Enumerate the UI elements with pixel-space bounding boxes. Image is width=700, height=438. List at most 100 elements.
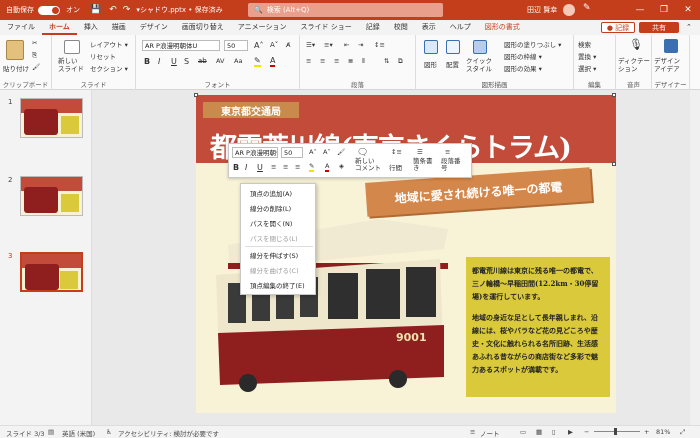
menu-item-exit-edit-points[interactable]: 頂点編集の終了(E) <box>250 280 305 290</box>
mini-font-color-icon[interactable]: A <box>325 162 330 172</box>
shape-fill-button[interactable]: 図形の塗りつぶし ▾ <box>504 39 561 49</box>
shape-outline-button[interactable]: 図形の枠線 ▾ <box>504 51 542 61</box>
layout-button[interactable]: レイアウト ▾ <box>90 39 128 49</box>
minimize-button[interactable]: — <box>628 0 652 20</box>
paste-label[interactable]: 貼り付け <box>3 63 29 73</box>
quick-styles-icon[interactable] <box>473 40 487 54</box>
columns-icon[interactable]: ⫴ <box>362 57 365 66</box>
avatar[interactable] <box>563 4 575 16</box>
record-button[interactable]: ● 記録 <box>601 22 635 33</box>
mini-font-name-select[interactable]: AR P浪漫明朝体 <box>232 147 278 158</box>
section-button[interactable]: セクション ▾ <box>90 63 128 73</box>
menu-item-open-path[interactable]: パスを開く(N) <box>250 218 292 228</box>
pen-icon[interactable]: ✎ <box>583 3 591 13</box>
save-icon[interactable]: 💾 <box>90 5 101 15</box>
design-ideas-label[interactable]: デザイン アイデア <box>654 57 680 73</box>
font-color-icon[interactable]: A <box>270 56 276 67</box>
line-spacing-icon[interactable]: ↕≡ <box>374 41 385 49</box>
shapes-label[interactable]: 図形 <box>424 59 437 69</box>
tab-view[interactable]: 表示 <box>415 20 443 35</box>
slide-thumbnail-selected[interactable] <box>20 252 83 292</box>
slideshow-icon[interactable]: ▶ <box>568 428 573 436</box>
grow-font-icon[interactable]: A˄ <box>254 41 263 50</box>
arrange-icon[interactable] <box>446 40 460 54</box>
spellcheck-icon[interactable]: ▤ <box>48 428 54 436</box>
resize-handle[interactable] <box>612 93 616 97</box>
quick-styles-label[interactable]: クイック スタイル <box>466 57 492 73</box>
zoom-slider-thumb[interactable] <box>614 428 617 435</box>
menu-item-straight-segment[interactable]: 線分を伸ばす(S) <box>250 250 298 260</box>
tab-draw[interactable]: 描画 <box>105 20 133 35</box>
fit-to-window-icon[interactable]: ⤢ <box>680 428 685 437</box>
search-box[interactable]: 🔍 検索 (Alt+Q) <box>248 3 443 17</box>
reading-view-icon[interactable]: ▯ <box>552 428 556 436</box>
clear-format-icon[interactable]: A̸ <box>286 41 290 49</box>
description-box[interactable]: 都電荒川線は東京に残る唯一の都電で、三ノ輪橋〜早稲田間(12.2km・30停留場… <box>466 257 610 397</box>
tab-file[interactable]: ファイル <box>0 20 42 35</box>
shrink-font-icon[interactable]: A˅ <box>270 41 278 49</box>
bullets-button[interactable]: 箇条書 き <box>413 158 433 172</box>
increase-indent-icon[interactable]: ⇥ <box>358 41 363 49</box>
zoom-out-icon[interactable]: − <box>584 428 589 436</box>
new-comment-button[interactable]: 新しい コメント <box>355 158 381 172</box>
share-button[interactable]: 共有 <box>639 22 679 33</box>
tab-review[interactable]: 校閲 <box>387 20 415 35</box>
line-spacing-button[interactable]: 行間 <box>389 162 402 172</box>
shape-effects-button[interactable]: 図形の効果 ▾ <box>504 63 542 73</box>
autosave-toggle[interactable] <box>38 5 60 15</box>
italic-icon[interactable]: I <box>158 57 160 66</box>
tab-home[interactable]: ホーム <box>42 20 77 35</box>
microphone-icon[interactable]: 🎙 <box>629 38 643 51</box>
tab-insert[interactable]: 挿入 <box>77 20 105 35</box>
accessibility-icon[interactable]: ♿ <box>106 428 112 436</box>
restore-button[interactable]: ❐ <box>652 0 676 20</box>
designer-icon[interactable] <box>664 39 678 53</box>
justify-icon[interactable]: ≣ <box>348 57 353 65</box>
resize-handle[interactable] <box>194 93 198 97</box>
slide-sorter-icon[interactable]: ▦ <box>536 428 542 436</box>
slide-thumbnail[interactable] <box>20 176 83 216</box>
decrease-indent-icon[interactable]: ⇤ <box>344 41 349 49</box>
reset-button[interactable]: リセット <box>90 51 116 61</box>
tab-help[interactable]: ヘルプ <box>443 20 478 35</box>
mini-underline-icon[interactable]: U <box>257 163 263 172</box>
numbering-icon[interactable]: ≡▾ <box>324 41 333 49</box>
mini-font-size-select[interactable]: 50 <box>281 147 303 158</box>
underline-icon[interactable]: U <box>171 57 177 66</box>
close-button[interactable]: ✕ <box>676 0 700 20</box>
mini-highlight-icon[interactable]: ✎ <box>309 162 315 172</box>
mini-shrink-font-icon[interactable]: A˅ <box>323 148 331 156</box>
agency-tag[interactable]: 東京都交通局 <box>203 102 299 118</box>
slide-thumbnail[interactable] <box>20 98 83 138</box>
strikethrough-icon[interactable]: ab <box>198 57 207 65</box>
resize-handle[interactable] <box>612 162 616 166</box>
arrange-label[interactable]: 配置 <box>446 59 459 69</box>
find-button[interactable]: 検索 <box>578 39 591 49</box>
text-direction-icon[interactable]: ⇅ <box>384 57 389 65</box>
vertical-scrollbar[interactable] <box>690 90 700 425</box>
bold-icon[interactable]: B <box>144 57 150 66</box>
tab-slideshow[interactable]: スライド ショー <box>294 20 359 35</box>
mini-align-right-icon[interactable]: ≡ <box>295 163 300 171</box>
menu-item-delete-segment[interactable]: 線分の削除(L) <box>250 203 291 213</box>
align-center-icon[interactable]: ≡ <box>320 57 325 65</box>
char-spacing-icon[interactable]: AV <box>216 57 224 65</box>
bullets-icon[interactable]: ☰▾ <box>306 41 315 49</box>
mini-bullets-icon[interactable]: ☰ <box>417 148 423 156</box>
undo-icon[interactable]: ↶ <box>109 5 117 15</box>
copy-icon[interactable]: ⎘ <box>32 51 37 60</box>
mini-bold-icon[interactable]: B <box>233 163 239 172</box>
new-slide-label[interactable]: 新しい スライド <box>58 57 84 73</box>
select-button[interactable]: 選択 ▾ <box>578 63 596 73</box>
tab-design[interactable]: デザイン <box>133 20 175 35</box>
mini-shape-fill-icon[interactable]: ◈ <box>339 162 344 170</box>
notes-icon[interactable]: ≡ <box>470 428 475 436</box>
highlight-icon[interactable]: ✎ <box>254 56 261 67</box>
smartart-icon[interactable]: ⧉ <box>398 57 403 66</box>
mini-numbering-icon[interactable]: ≡ <box>445 148 450 156</box>
replace-button[interactable]: 置換 ▾ <box>578 51 596 61</box>
font-size-select[interactable]: 50 <box>224 40 248 51</box>
tab-animations[interactable]: アニメーション <box>231 20 294 35</box>
redo-icon[interactable]: ↷ <box>123 5 131 15</box>
tab-record[interactable]: 記録 <box>359 20 387 35</box>
